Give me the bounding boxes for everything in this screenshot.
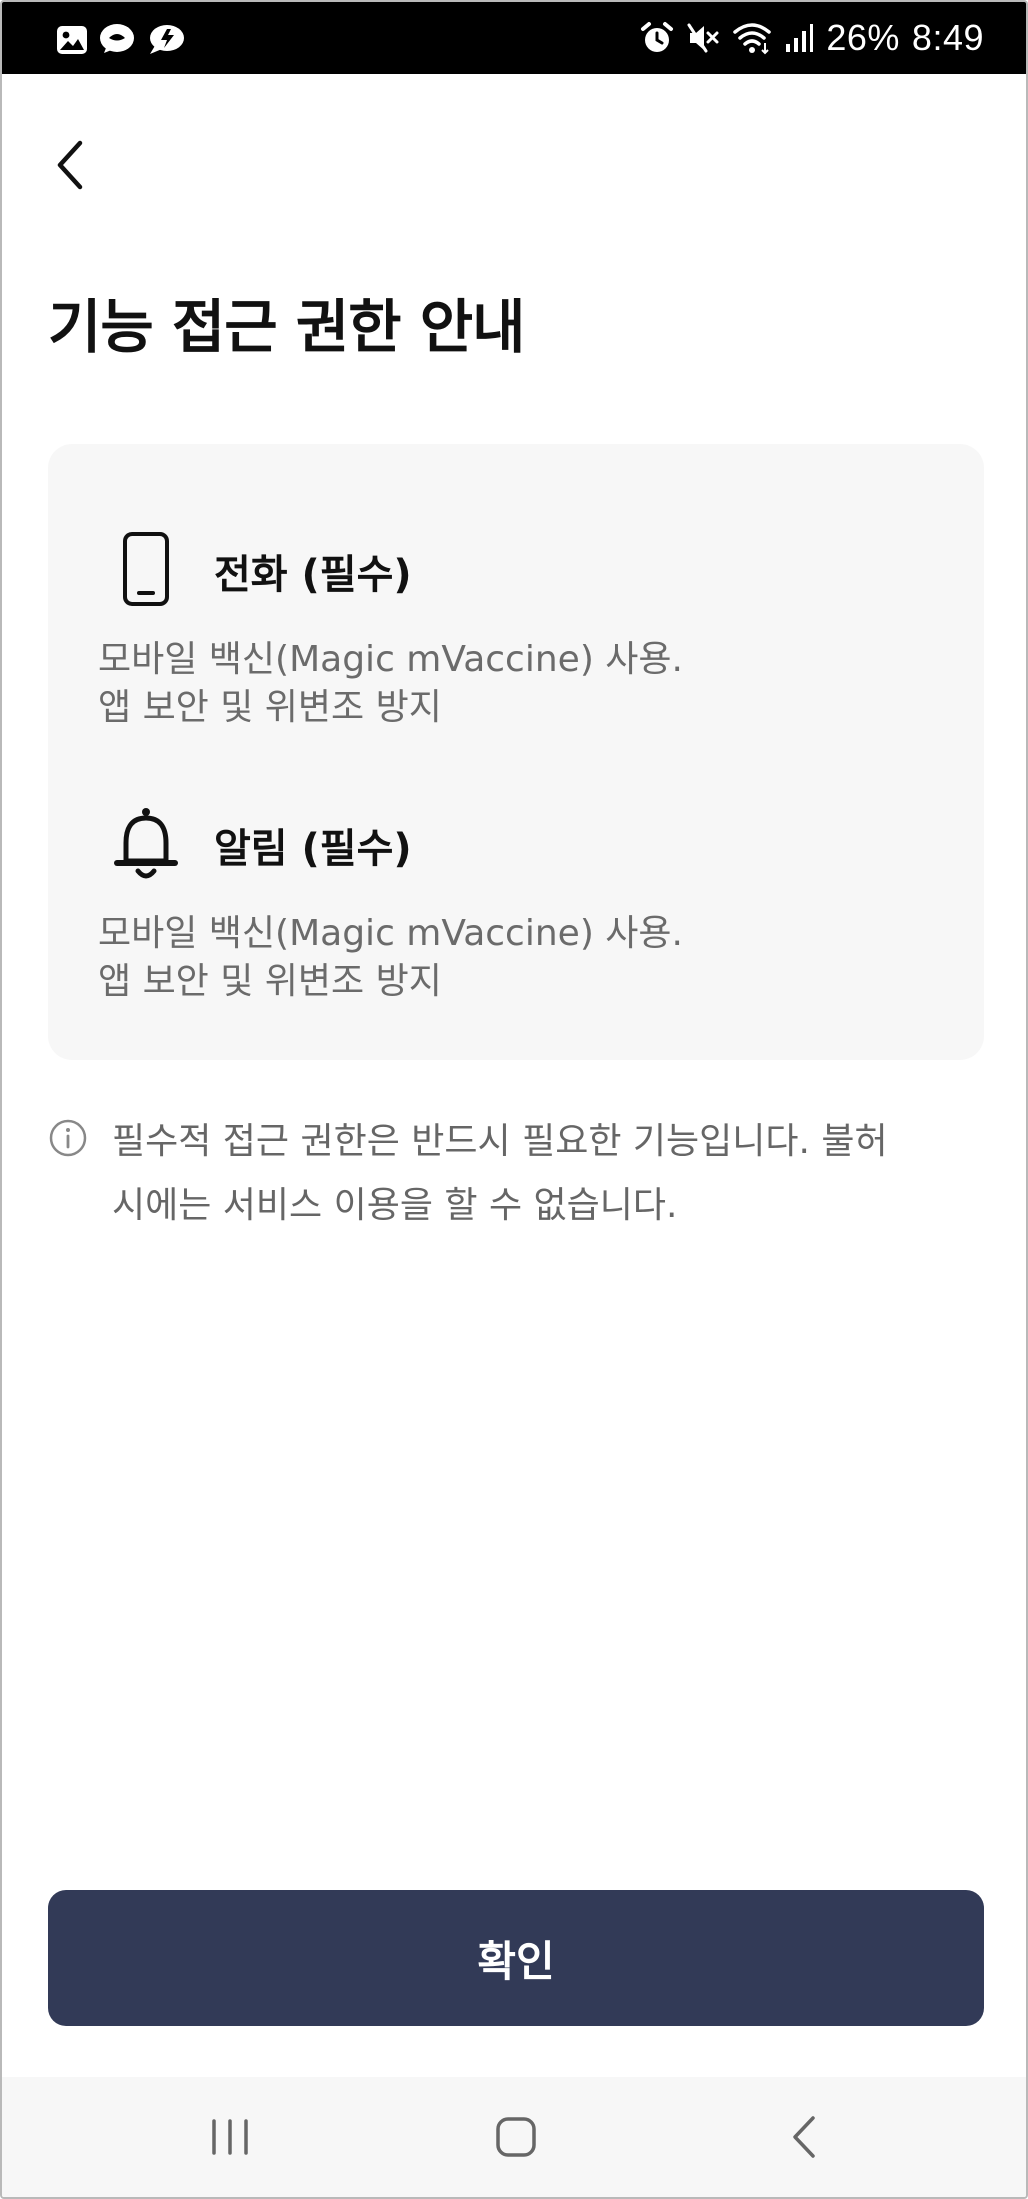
confirm-button[interactable]: 확인 <box>48 1890 984 2026</box>
system-back-button[interactable] <box>744 2097 864 2177</box>
permission-description: 모바일 백신(Magic mVaccine) 사용. 앱 보안 및 위변조 방지 <box>98 910 683 1006</box>
app-screen: 26% 8:49 기능 접근 권한 안내 전화 (필수) 모바일 백신(Magi… <box>0 0 1028 2199</box>
status-bar: 26% 8:49 <box>2 2 1026 74</box>
permission-description: 모바일 백신(Magic mVaccine) 사용. 앱 보안 및 위변조 방지 <box>98 636 683 732</box>
recent-apps-icon <box>212 2119 248 2155</box>
status-notification-icons <box>56 22 186 58</box>
permission-description-line: 모바일 백신(Magic mVaccine) 사용. <box>98 639 683 680</box>
permission-description-line: 앱 보안 및 위변조 방지 <box>98 961 442 1002</box>
home-button[interactable] <box>456 2097 576 2177</box>
notice-line: 필수적 접근 권한은 반드시 필요한 기능입니다. 불허 <box>112 1121 888 1162</box>
permission-description-line: 모바일 백신(Magic mVaccine) 사용. <box>98 913 683 954</box>
notice-line: 시에는 서비스 이용을 할 수 없습니다. <box>112 1185 678 1226</box>
permission-description-line: 앱 보안 및 위변조 방지 <box>98 687 442 728</box>
chevron-left-icon <box>57 140 83 190</box>
alarm-icon <box>641 22 674 52</box>
page-title: 기능 접근 권한 안내 <box>48 293 525 361</box>
navigation-bar <box>2 2077 1026 2197</box>
talk-icon <box>100 24 134 53</box>
recent-apps-button[interactable] <box>170 2097 290 2177</box>
mute-icon <box>687 23 719 53</box>
phone-icon <box>110 530 182 608</box>
back-button[interactable] <box>38 122 102 208</box>
back-icon <box>793 2116 815 2158</box>
wifi-icon <box>733 23 772 55</box>
status-system-icons: 26% 8:49 <box>640 14 984 62</box>
info-icon <box>49 1119 87 1157</box>
permission-title: 알림 (필수) <box>214 826 412 872</box>
message-icon <box>150 25 184 54</box>
status-time: 8:49 <box>911 17 984 58</box>
home-icon <box>496 2117 536 2157</box>
permission-card: 전화 (필수) 모바일 백신(Magic mVaccine) 사용. 앱 보안 … <box>48 444 984 1060</box>
signal-icon <box>786 24 814 52</box>
battery-level: 26% <box>826 17 900 58</box>
bell-icon <box>110 804 182 882</box>
notice-text: 필수적 접근 권한은 반드시 필요한 기능입니다. 불허 시에는 서비스 이용을… <box>112 1110 972 1238</box>
permission-title: 전화 (필수) <box>214 552 412 598</box>
gallery-icon <box>57 26 87 54</box>
